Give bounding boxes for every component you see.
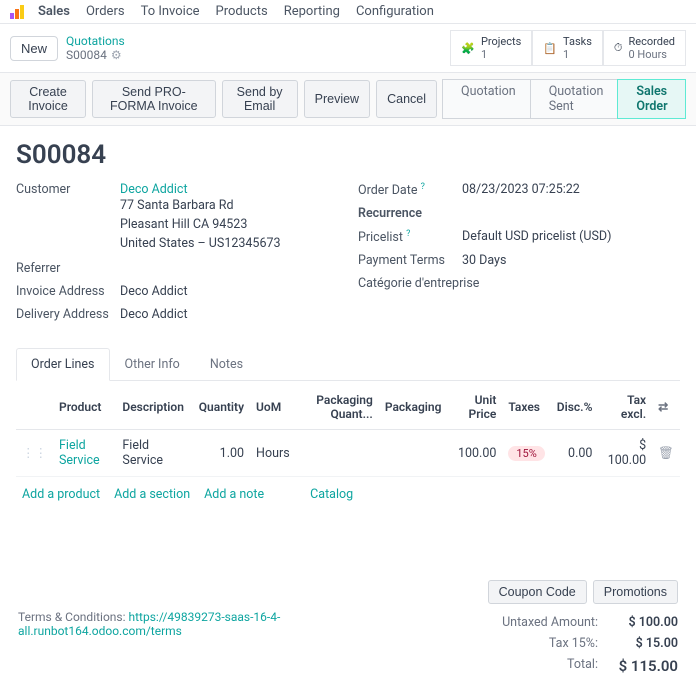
app-logo-icon <box>10 5 24 19</box>
col-product[interactable]: Product <box>53 385 116 430</box>
untaxed-label: Untaxed Amount: <box>448 615 598 630</box>
stat-recorded[interactable]: ⏱ Recorded0 Hours <box>603 30 686 66</box>
col-pkg-qty[interactable]: Packaging Quant... <box>296 385 379 430</box>
add-note-link[interactable]: Add a note <box>204 487 264 502</box>
record-title: S00084 <box>16 140 680 170</box>
customer-link[interactable]: Deco Addict <box>120 182 188 197</box>
cancel-button[interactable]: Cancel <box>376 80 437 118</box>
label-recurrence: Recurrence <box>358 206 462 221</box>
list-icon: 📋 <box>543 42 557 55</box>
status-sales-order[interactable]: Sales Order <box>617 79 686 119</box>
untaxed-amount: $ 100.00 <box>598 615 678 630</box>
gear-icon[interactable]: ⚙ <box>111 48 122 62</box>
stat-label: Projects <box>481 35 521 48</box>
nav-products[interactable]: Products <box>216 4 268 19</box>
label-payment-terms: Payment Terms <box>358 253 462 268</box>
order-lines-table: Product Description Quantity UoM Packagi… <box>16 385 680 477</box>
tax-label: Tax 15%: <box>448 636 598 651</box>
columns-options-icon[interactable]: ⇄ <box>658 400 668 414</box>
line-qty[interactable]: 1.00 <box>193 430 250 477</box>
preview-button[interactable]: Preview <box>304 80 370 118</box>
add-product-link[interactable]: Add a product <box>22 487 100 502</box>
stat-value: 1 <box>563 48 592 61</box>
stat-label: Recorded <box>628 35 675 48</box>
coupon-code-button[interactable]: Coupon Code <box>488 580 587 604</box>
col-taxes[interactable]: Taxes <box>502 385 550 430</box>
stat-label: Tasks <box>563 35 592 48</box>
col-disc[interactable]: Disc.% <box>551 385 599 430</box>
puzzle-icon: 🧩 <box>461 42 475 55</box>
line-subtotal: $ 100.00 <box>598 430 652 477</box>
tax-amount: $ 15.00 <box>598 636 678 651</box>
label-category: Catégorie d'entreprise <box>358 276 498 291</box>
breadcrumb-link[interactable]: Quotations <box>66 34 125 48</box>
line-product[interactable]: Field Service <box>59 438 100 468</box>
catalog-link[interactable]: Catalog <box>310 487 353 502</box>
invoice-addr: Deco Addict <box>120 284 188 299</box>
delivery-addr: Deco Addict <box>120 307 188 322</box>
tab-other-info[interactable]: Other Info <box>110 348 195 380</box>
send-by-email-button[interactable]: Send by Email <box>222 80 298 118</box>
stat-tasks[interactable]: 📋 Tasks1 <box>532 30 603 66</box>
top-nav: Sales Orders To Invoice Products Reporting Co… <box>0 0 696 24</box>
addr-line1: 77 Santa Barbara Rd <box>120 197 281 216</box>
drag-handle-icon[interactable]: ⋮⋮ <box>22 446 47 461</box>
breadcrumb-record: S00084 <box>66 48 107 62</box>
add-section-link[interactable]: Add a section <box>114 487 190 502</box>
trash-icon[interactable]: 🗑 <box>658 446 674 461</box>
breadcrumb-row: New Quotations S00084 ⚙ 🧩Projects1📋Tasks… <box>0 24 696 73</box>
tab-notes[interactable]: Notes <box>195 348 258 380</box>
addr-line3: United States – US12345673 <box>120 235 281 254</box>
order-date: 08/23/2023 07:25:22 <box>462 182 580 198</box>
label-delivery-addr: Delivery Address <box>16 307 120 322</box>
col-description[interactable]: Description <box>116 385 192 430</box>
label-order-date: Order Date ? <box>358 182 462 198</box>
promotions-button[interactable]: Promotions <box>593 580 678 604</box>
pricelist: Default USD pricelist (USD) <box>462 229 611 245</box>
clock-icon: ⏱ <box>614 41 623 55</box>
total-amount: $ 115.00 <box>598 657 678 675</box>
send-pro-forma-invoice-button[interactable]: Send PRO-FORMA Invoice <box>92 80 216 118</box>
tax-badge[interactable]: 15% <box>508 446 544 461</box>
label-pricelist: Pricelist ? <box>358 229 462 245</box>
line-uom[interactable]: Hours <box>250 430 296 477</box>
nav-reporting[interactable]: Reporting <box>284 4 340 19</box>
table-row[interactable]: ⋮⋮Field ServiceField Service1.00Hours100… <box>16 430 680 477</box>
new-button[interactable]: New <box>10 36 58 61</box>
nav-to-invoice[interactable]: To Invoice <box>141 4 200 19</box>
stat-value: 1 <box>481 48 521 61</box>
col-unit-price[interactable]: Unit Price <box>447 385 502 430</box>
nav-orders[interactable]: Orders <box>86 4 125 19</box>
stat-projects[interactable]: 🧩 Projects1 <box>450 30 532 66</box>
col-packaging[interactable]: Packaging <box>379 385 448 430</box>
action-bar: Create InvoiceSend PRO-FORMA InvoiceSend… <box>0 73 696 126</box>
label-invoice-addr: Invoice Address <box>16 284 120 299</box>
col-uom[interactable]: UoM <box>250 385 296 430</box>
terms-prefix: Terms & Conditions: <box>18 610 129 624</box>
col-tax-excl[interactable]: Tax excl. <box>598 385 652 430</box>
label-customer: Customer <box>16 182 120 253</box>
status-quotation[interactable]: Quotation <box>442 79 531 119</box>
nav-sales[interactable]: Sales <box>38 4 70 19</box>
addr-line2: Pleasant Hill CA 94523 <box>120 216 281 235</box>
line-description: Field Service <box>116 430 192 477</box>
payment-terms: 30 Days <box>462 253 506 268</box>
tab-order-lines[interactable]: Order Lines <box>16 348 110 381</box>
nav-configuration[interactable]: Configuration <box>356 4 434 19</box>
create-invoice-button[interactable]: Create Invoice <box>10 80 86 118</box>
stat-value: 0 Hours <box>628 48 675 61</box>
label-referrer: Referrer <box>16 261 120 276</box>
total-label: Total: <box>448 657 598 675</box>
line-unit-price[interactable]: 100.00 <box>447 430 502 477</box>
line-disc[interactable]: 0.00 <box>551 430 599 477</box>
status-quotation-sent[interactable]: Quotation Sent <box>530 79 619 119</box>
col-quantity[interactable]: Quantity <box>193 385 250 430</box>
